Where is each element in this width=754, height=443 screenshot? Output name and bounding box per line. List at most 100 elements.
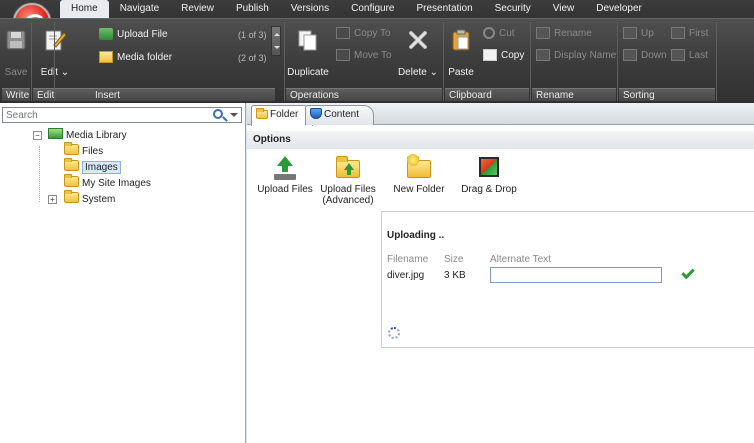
loading-spinner-icon (388, 327, 400, 339)
media-folder-count: (2 of 3) (238, 53, 267, 63)
group-edit: Edit ⌄ Edit (33, 22, 91, 101)
ribbon-separator (530, 22, 531, 101)
sort-last-button[interactable]: Last (671, 48, 708, 64)
search-box (2, 107, 242, 123)
group-label-clipboard: Clipboard (445, 88, 529, 101)
rename-button[interactable]: Rename (536, 26, 592, 42)
tree-item-images[interactable]: Images (64, 158, 121, 176)
group-label-operations: Operations (286, 88, 442, 101)
tree-item-label: Images (82, 161, 121, 174)
rename-icon (536, 27, 550, 40)
upload-icon (272, 156, 298, 180)
upload-file-icon (99, 28, 113, 41)
folder-icon (64, 174, 79, 187)
duplicate-icon (298, 30, 317, 51)
column-header-filename: Filename (387, 254, 429, 265)
sort-up-button[interactable]: Up (623, 26, 654, 42)
ribbon-tabs: Home Navigate Review Publish Versions Co… (60, 0, 653, 18)
delete-label: Delete ⌄ (397, 67, 439, 78)
drag-drop-button[interactable]: Drag & Drop (461, 156, 517, 195)
cut-button[interactable]: Cut (483, 26, 515, 42)
save-icon (6, 30, 26, 50)
options-title: Options (247, 131, 754, 149)
tree-item-my-site-images[interactable]: My Site Images (64, 174, 151, 192)
tree-lines (39, 146, 40, 202)
tab-presentation[interactable]: Presentation (405, 0, 483, 18)
search-input[interactable] (3, 108, 203, 122)
group-operations: Duplicate Copy To Move To Delete ⌄ Opera… (286, 22, 442, 101)
arrow-up-icon (623, 27, 637, 40)
move-to-button[interactable]: Move To (336, 48, 392, 64)
drag-drop-icon (476, 156, 502, 180)
action-label: Upload Files (Advanced) (320, 184, 376, 206)
group-label-rename: Rename (532, 88, 616, 101)
group-write: Save Write (2, 22, 30, 101)
upload-files-advanced-button[interactable]: Upload Files (Advanced) (320, 156, 376, 206)
group-label-edit: Edit (33, 88, 91, 101)
column-header-size: Size (444, 254, 464, 265)
tab-review[interactable]: Review (170, 0, 225, 18)
media-folder-button[interactable]: Media folder (99, 50, 172, 66)
tree-item-label: My Site Images (82, 178, 151, 189)
edit-icon (45, 30, 67, 51)
tab-view[interactable]: View (542, 0, 586, 18)
tab-developer[interactable]: Developer (585, 0, 653, 18)
new-folder-icon (406, 154, 432, 180)
action-label: Upload Files (257, 184, 313, 195)
group-clipboard: Paste Cut Copy Clipboard (445, 22, 529, 101)
sort-down-button[interactable]: Down (623, 48, 667, 64)
edit-button[interactable]: Edit ⌄ (35, 25, 75, 83)
tab-publish[interactable]: Publish (225, 0, 280, 18)
action-label: New Folder (393, 184, 445, 195)
duplicate-button[interactable]: Duplicate (286, 25, 330, 83)
tab-versions[interactable]: Versions (280, 0, 340, 18)
tab-configure[interactable]: Configure (340, 0, 405, 18)
tab-home[interactable]: Home (60, 0, 109, 18)
chevron-down-icon[interactable] (230, 113, 238, 121)
duplicate-label: Duplicate (287, 67, 329, 78)
alternate-text-input[interactable] (490, 267, 662, 283)
upload-title: Uploading .. (387, 230, 445, 241)
upload-panel: Uploading .. Filename Size Alternate Tex… (381, 211, 754, 348)
tab-navigate[interactable]: Navigate (109, 0, 170, 18)
upload-filename: diver.jpg (387, 270, 425, 281)
tab-content[interactable]: Content (305, 105, 375, 125)
move-to-icon (336, 49, 350, 62)
paste-button[interactable]: Paste (445, 25, 477, 83)
group-sorting: Up First Down Last Sorting (619, 22, 715, 101)
delete-button[interactable]: Delete ⌄ (396, 25, 440, 83)
upload-advanced-icon (335, 156, 361, 180)
paste-icon (452, 29, 470, 51)
display-name-button[interactable]: Display Name (536, 48, 616, 64)
checkmark-icon[interactable] (681, 265, 695, 280)
upload-file-button[interactable]: Upload File (99, 27, 168, 43)
tree-item-label: System (82, 194, 116, 205)
copy-to-button[interactable]: Copy To (336, 26, 391, 42)
search-icon[interactable] (213, 109, 223, 119)
delete-icon (409, 31, 427, 49)
content-tabs: Folder Content (247, 103, 754, 126)
tab-folder[interactable]: Folder (251, 105, 314, 126)
tree-item-label: Media Library (66, 130, 127, 141)
ribbon-separator (617, 22, 618, 101)
collapse-icon[interactable]: − (33, 131, 42, 140)
sort-first-button[interactable]: First (671, 26, 708, 42)
scissors-icon (483, 27, 495, 40)
upload-file-count: (1 of 3) (238, 30, 267, 40)
ribbon-separator (54, 22, 55, 101)
folder-icon (64, 142, 79, 155)
copy-button[interactable]: Copy (483, 48, 524, 64)
new-folder-button[interactable]: New Folder (391, 154, 447, 195)
insert-scroll-spinner[interactable] (271, 26, 281, 56)
tab-security[interactable]: Security (484, 0, 542, 18)
ribbon: Home Navigate Review Publish Versions Co… (0, 0, 754, 103)
folder-icon (64, 190, 79, 203)
folder-icon (99, 51, 113, 64)
column-header-alt-text: Alternate Text (490, 254, 551, 265)
media-library-icon (48, 128, 63, 139)
tree-item-label: Files (82, 146, 104, 157)
expand-icon[interactable]: + (48, 195, 57, 204)
arrow-down-icon (623, 49, 637, 62)
upload-files-button[interactable]: Upload Files (257, 156, 313, 195)
folder-icon (64, 158, 79, 171)
